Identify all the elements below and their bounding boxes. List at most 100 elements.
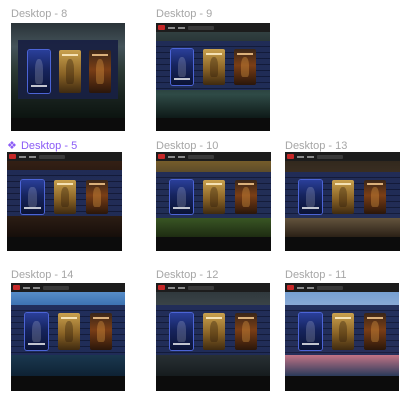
poster-figure: [209, 187, 219, 207]
logo-icon: [158, 25, 165, 30]
logo-icon: [287, 285, 294, 290]
nav-link: [19, 155, 26, 158]
fire-battle-poster: [234, 49, 256, 85]
poster-figure: [209, 321, 219, 342]
frame-label-desktop-12[interactable]: Desktop - 12: [156, 269, 218, 282]
frame-desktop-12[interactable]: [156, 283, 270, 391]
nav-link: [297, 286, 304, 289]
search-bar: [43, 285, 69, 290]
blue-hero-poster: [170, 180, 193, 214]
logo-icon: [9, 154, 16, 159]
search-bar: [317, 154, 343, 159]
blue-hero-poster: [170, 313, 193, 350]
poster-title-mark: [92, 316, 110, 319]
search-bar: [188, 285, 214, 290]
frame-desktop-5[interactable]: [7, 152, 122, 251]
nav-link: [33, 286, 40, 289]
poster-title-mark: [172, 342, 191, 345]
nav-link: [168, 286, 175, 289]
golden-desert-poster: [58, 313, 80, 350]
fire-battle-poster: [364, 180, 386, 214]
frame-label-desktop-8[interactable]: Desktop - 8: [11, 8, 67, 21]
fire-battle-poster: [86, 180, 108, 214]
poster-title-mark: [91, 54, 109, 57]
poster-figure: [95, 59, 105, 84]
poster-figure: [241, 187, 251, 207]
poster-figure: [64, 321, 74, 342]
poster-title-mark: [88, 183, 106, 186]
poster-figure: [305, 187, 316, 207]
footer-bar: [7, 237, 122, 251]
frame-desktop-14[interactable]: [11, 283, 125, 391]
poster-figure: [241, 321, 251, 342]
frame-desktop-8[interactable]: [11, 23, 125, 131]
mock-navbar: [156, 152, 271, 161]
poster-figure: [177, 56, 187, 78]
footer-bar: [11, 376, 125, 391]
nav-link: [307, 286, 314, 289]
poster-figure: [338, 187, 348, 207]
logo-icon: [158, 154, 165, 159]
frame-desktop-13[interactable]: [285, 152, 400, 251]
nav-link: [178, 26, 185, 29]
frame-desktop-11[interactable]: [285, 283, 399, 391]
poster-figure: [65, 59, 75, 84]
search-bar: [317, 285, 343, 290]
poster-title-mark: [237, 183, 255, 186]
frame-label-desktop-11[interactable]: Desktop - 11: [285, 269, 347, 282]
nav-link: [307, 155, 314, 158]
frame-desktop-9[interactable]: [156, 23, 270, 131]
poster-figure: [240, 56, 250, 78]
fire-battle-poster: [235, 313, 257, 350]
poster-title-mark: [205, 52, 223, 55]
poster-title-mark: [173, 77, 191, 80]
footer-bar: [285, 237, 400, 251]
logo-icon: [13, 285, 20, 290]
mock-navbar: [11, 283, 125, 292]
golden-desert-poster: [203, 180, 225, 214]
mock-navbar: [285, 152, 400, 161]
blue-hero-poster: [171, 49, 193, 85]
golden-desert-poster: [332, 180, 354, 214]
poster-title-mark: [172, 207, 191, 210]
frame-label-desktop-9[interactable]: Desktop - 9: [156, 8, 212, 21]
poster-figure: [60, 187, 70, 207]
poster-figure: [209, 56, 219, 78]
poster-title-mark: [56, 183, 74, 186]
mock-navbar: [285, 283, 399, 292]
frame-desktop-10[interactable]: [156, 152, 271, 251]
golden-desert-poster: [203, 313, 225, 350]
poster-title-mark: [60, 316, 78, 319]
poster-title-mark: [366, 316, 384, 319]
mock-navbar: [156, 283, 270, 292]
fire-battle-poster: [235, 180, 257, 214]
nav-link: [297, 155, 304, 158]
golden-desert-poster: [59, 50, 81, 93]
footer-bar: [11, 118, 125, 131]
nav-link: [178, 155, 185, 158]
logo-icon: [287, 154, 294, 159]
poster-title-mark: [301, 342, 320, 345]
poster-title-mark: [27, 342, 46, 345]
poster-figure: [34, 59, 44, 84]
fire-battle-poster: [89, 50, 111, 93]
poster-figure: [370, 321, 380, 342]
poster-title-mark: [23, 207, 42, 210]
frame-label-desktop-14[interactable]: Desktop - 14: [11, 269, 73, 282]
poster-title-mark: [61, 54, 79, 57]
nav-link: [168, 155, 175, 158]
footer-bar: [156, 237, 271, 251]
nav-link: [178, 286, 185, 289]
blue-hero-poster: [25, 313, 48, 350]
search-bar: [39, 154, 65, 159]
poster-figure: [96, 321, 106, 342]
footer-bar: [156, 118, 270, 131]
golden-desert-poster: [54, 180, 76, 214]
poster-title-mark: [205, 183, 223, 186]
golden-desert-poster: [332, 313, 354, 350]
blue-hero-poster: [21, 180, 44, 214]
poster-title-mark: [334, 183, 352, 186]
poster-figure: [27, 187, 38, 207]
poster-title-mark: [334, 316, 352, 319]
nav-link: [23, 286, 30, 289]
